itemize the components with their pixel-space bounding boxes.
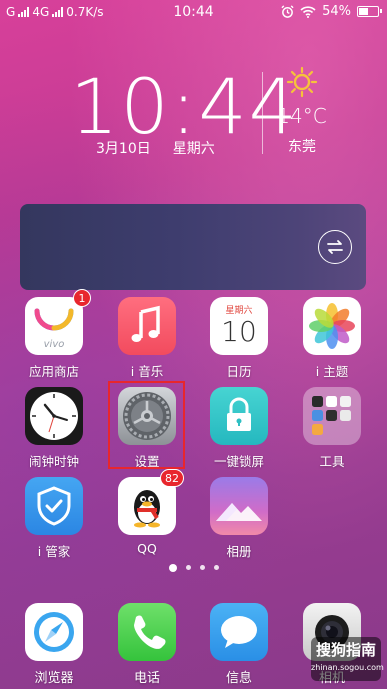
mountain-photo-icon — [210, 477, 268, 535]
app-music[interactable]: i 音乐 — [107, 297, 187, 380]
message-bubble-icon — [210, 603, 268, 661]
wifi-icon — [300, 5, 316, 18]
app-lockscreen[interactable]: 一键锁屏 — [199, 387, 279, 470]
widget-panel[interactable] — [20, 204, 366, 290]
app-label: 应用商店 — [28, 364, 79, 379]
battery-icon — [357, 6, 382, 17]
swap-arrows-icon — [327, 240, 343, 254]
app-label: 相册 — [226, 544, 252, 559]
app-label: 日历 — [226, 364, 252, 379]
app-label: 信息 — [225, 671, 252, 686]
highlight-box — [108, 381, 185, 469]
battery-fill — [359, 8, 368, 15]
folder-icon — [303, 387, 361, 445]
sun-icon — [286, 66, 318, 98]
pinwheel-icon — [303, 297, 361, 355]
page-dot-active — [168, 564, 177, 572]
clock-widget-date: 3月10日 星期六 — [96, 138, 215, 158]
app-label: QQ — [137, 541, 157, 556]
app-label: 一键锁屏 — [213, 454, 264, 469]
weather-widget[interactable]: 14°C 东莞 — [272, 66, 332, 156]
clock-icon — [25, 387, 83, 445]
clock-divider — [262, 72, 263, 154]
app-label: 闹钟时钟 — [28, 454, 79, 469]
watermark: 搜狗指南 zhinan.sogou.com — [311, 637, 384, 681]
date-label: 3月10日 — [96, 141, 151, 157]
compass-icon — [25, 603, 83, 661]
dock-messages[interactable]: 信息 — [199, 603, 279, 686]
phone-icon — [118, 603, 176, 661]
app-theme[interactable]: i 主题 — [292, 297, 372, 380]
watermark-sub: zhinan.sogou.com — [311, 663, 384, 672]
dock-browser[interactable]: 浏览器 — [14, 603, 94, 686]
app-label: 电话 — [133, 671, 160, 686]
status-bar: G 4G 0.7K/s 10:44 54% — [0, 0, 387, 26]
app-label: 浏览器 — [34, 671, 74, 686]
watermark-text: 搜狗指南 — [315, 641, 376, 659]
app-gallery[interactable]: 相册 — [199, 477, 279, 560]
app-label: i 音乐 — [130, 364, 164, 379]
app-calendar[interactable]: 星期六 10 日历 — [199, 297, 279, 380]
music-note-icon — [118, 297, 176, 355]
refresh-button[interactable] — [318, 230, 352, 264]
notification-badge: 1 — [73, 289, 91, 307]
battery-percent: 54% — [322, 4, 351, 19]
page-dot — [213, 565, 219, 570]
app-iguard[interactable]: i 管家 — [14, 477, 94, 560]
svg-text:vivo: vivo — [44, 339, 65, 350]
app-appstore[interactable]: vivo 1 应用商店 — [14, 289, 94, 380]
page-dot — [185, 565, 191, 570]
dock-phone[interactable]: 电话 — [107, 603, 187, 686]
shield-check-icon — [25, 477, 83, 535]
app-label: 工具 — [319, 454, 345, 469]
app-label: i 管家 — [37, 544, 71, 559]
weekday-label: 星期六 — [172, 141, 215, 157]
app-clock[interactable]: 闹钟时钟 — [14, 387, 94, 470]
alarm-icon — [281, 5, 294, 18]
app-label: i 主题 — [315, 364, 349, 379]
app-qq[interactable]: 82 QQ — [107, 469, 187, 556]
app-folder-tools[interactable]: 工具 — [292, 387, 372, 470]
page-dot — [199, 565, 205, 570]
vivo-appstore-icon: vivo — [25, 297, 83, 355]
city: 东莞 — [288, 139, 316, 155]
notification-badge: 82 — [160, 469, 184, 487]
lock-icon — [210, 387, 268, 445]
temperature: 14°C — [277, 104, 327, 128]
calendar-day: 10 — [221, 315, 257, 348]
calendar-icon: 星期六 10 — [210, 297, 268, 355]
page-indicator[interactable] — [0, 564, 387, 572]
